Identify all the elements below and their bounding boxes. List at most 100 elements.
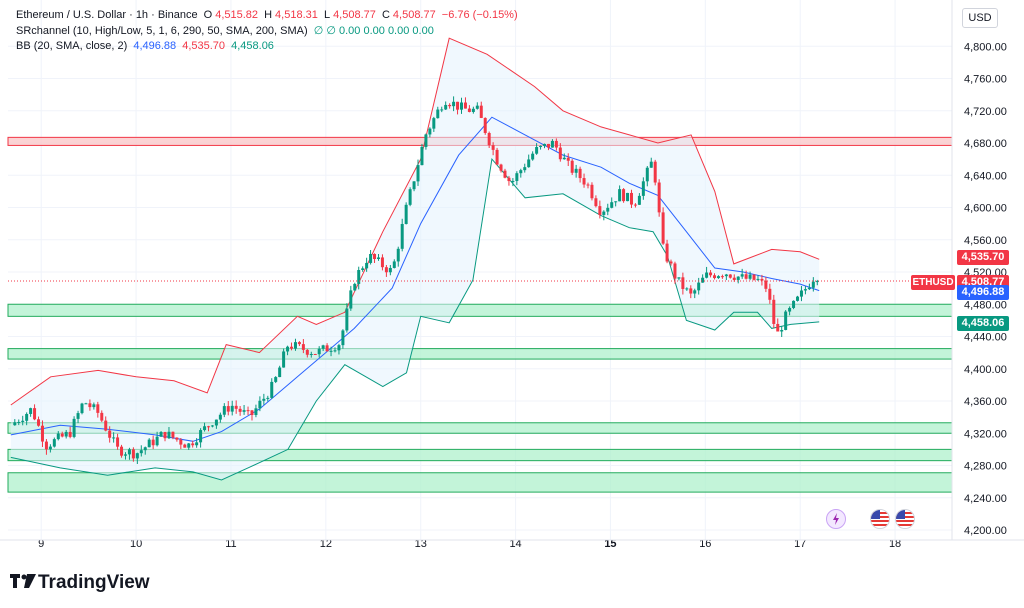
price-axis-label: 4,800.00 [964,41,1007,53]
candle-body [811,281,815,288]
candle-body [250,410,254,416]
candle-body [459,102,463,110]
candle-body [155,436,159,446]
candle-body [558,147,562,160]
candle-body [72,418,76,437]
low-value: 4,508.77 [333,9,376,21]
candle-body [531,153,535,160]
candle-body [586,184,590,186]
candle-body [254,408,258,416]
srchannel-indicator-name[interactable]: SRchannel (10, High/Low, 5, 1, 6, 290, 5… [16,25,308,37]
candle-body [416,165,420,182]
candle-body [444,104,448,110]
us-flag-icon[interactable] [870,509,890,529]
price-axis-label: 4,280.00 [964,461,1007,473]
lightning-icon[interactable] [826,509,846,529]
candle-body [266,397,270,399]
bb-fill [10,38,820,480]
candle-body [550,140,554,148]
candle-body [614,201,618,203]
candle-body [807,287,811,290]
candle-body [214,419,218,426]
bb-indicator-name[interactable]: BB (20, SMA, close, 2) [16,40,127,52]
price-axis-label: 4,440.00 [964,332,1007,344]
candle-body [171,431,175,438]
candle-body [768,288,772,300]
candle-body [602,211,606,215]
candle-body [230,405,234,412]
candle-body [179,439,183,445]
candle-body [649,161,653,168]
candle-body [523,167,527,171]
price-axis-label: 4,760.00 [964,74,1007,86]
us-flag-icon[interactable] [895,509,915,529]
candle-body [238,408,242,412]
candle-body [641,181,645,196]
chart-header-line-2: SRchannel (10, High/Low, 5, 1, 6, 290, 5… [16,24,437,38]
candle-body [96,404,100,413]
candle-body [685,288,689,290]
candle-body [29,408,33,414]
symbol-title[interactable]: Ethereum / U.S. Dollar · 1h · Binance [16,9,198,21]
currency-button[interactable]: USD [962,8,998,28]
candle-body [519,170,523,174]
candle-body [562,157,566,160]
candle-body [566,157,570,161]
price-axis-label: 4,240.00 [964,493,1007,505]
candle-body [203,426,207,431]
candle-body [108,430,112,438]
price-axis-label: 4,600.00 [964,203,1007,215]
candle-body [104,420,108,431]
price-axis-label: 4,640.00 [964,170,1007,182]
candle-body [396,248,400,262]
candle-body [84,403,88,405]
candle-body [376,257,380,259]
candle-body [325,345,329,352]
candle-body [452,101,456,107]
candle-body [147,439,151,448]
candle-body [467,108,471,112]
candle-body [570,160,574,173]
candle-body [317,348,321,355]
candle-body [222,406,226,415]
candle-body [610,202,614,208]
candle-body [598,206,602,215]
candle-body [226,406,230,412]
candle-body [37,419,41,426]
candle-body [803,289,807,291]
candle-body [321,345,325,349]
candle-body [218,414,222,420]
candle-body [728,274,732,278]
candle-body [337,345,341,351]
candle-body [76,413,80,419]
change-value: −6.76 (−0.15%) [441,9,518,21]
candle-body [195,442,199,446]
candle-body [424,134,428,147]
close-value: 4,508.77 [392,9,436,21]
candle-body [724,274,728,277]
candle-body [689,288,693,294]
open-value: 4,515.82 [215,9,259,21]
candle-body [487,132,491,146]
candle-body [629,192,633,205]
candle-body [677,277,681,279]
candle-body [673,263,677,279]
candle-body [163,431,167,439]
candle-body [740,274,744,277]
candle-body [234,405,238,409]
candle-body [341,330,345,346]
candle-body [626,192,630,202]
candle-body [709,272,713,276]
candle-body [52,439,56,447]
candle-body [80,403,84,414]
candle-body [361,268,365,271]
candle-body [495,149,499,165]
bb-upper-value: 4,535.70 [182,40,226,52]
candle-body [463,102,467,109]
price-axis-label: 4,680.00 [964,138,1007,150]
candle-body [33,408,37,420]
candle-body [712,275,716,279]
candle-body [780,329,784,332]
tradingview-logo[interactable]: TradingView [10,572,150,594]
candle-body [135,453,139,459]
